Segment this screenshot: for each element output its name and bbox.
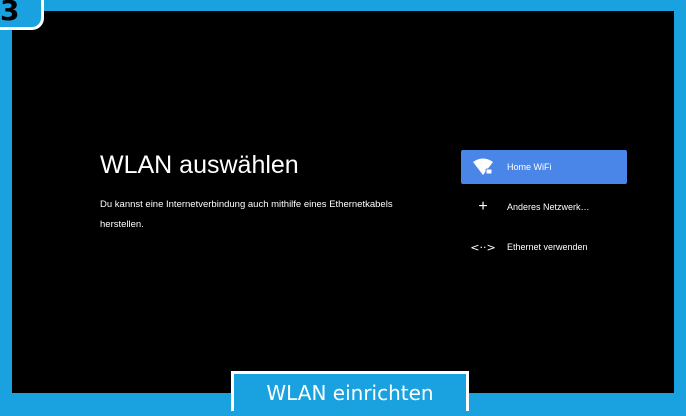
caption-text: WLAN einrichten (266, 380, 434, 405)
step-number: 3 (0, 0, 20, 27)
network-item-label: Home WiFi (507, 162, 552, 172)
wifi-locked-icon (472, 157, 494, 177)
network-item-home-wifi[interactable]: Home WiFi (461, 150, 627, 184)
page-title: WLAN auswählen (100, 151, 299, 179)
network-item-label: Anderes Netzwerk… (507, 202, 590, 212)
network-item-label: Ethernet verwenden (507, 242, 588, 252)
step-badge: 3 (0, 0, 44, 30)
plus-icon: + (478, 198, 488, 215)
ethernet-icon: <··> (470, 240, 496, 254)
network-item-other-network[interactable]: + Anderes Netzwerk… (461, 190, 627, 224)
network-list: Home WiFi + Anderes Netzwerk… <··> Ether… (461, 150, 627, 270)
tv-screen: WLAN auswählen Du kannst eine Internetve… (12, 11, 674, 393)
page-description: Du kannst eine Internetverbindung auch m… (100, 199, 393, 230)
network-item-use-ethernet[interactable]: <··> Ethernet verwenden (461, 230, 627, 264)
caption-banner: WLAN einrichten (231, 371, 469, 411)
